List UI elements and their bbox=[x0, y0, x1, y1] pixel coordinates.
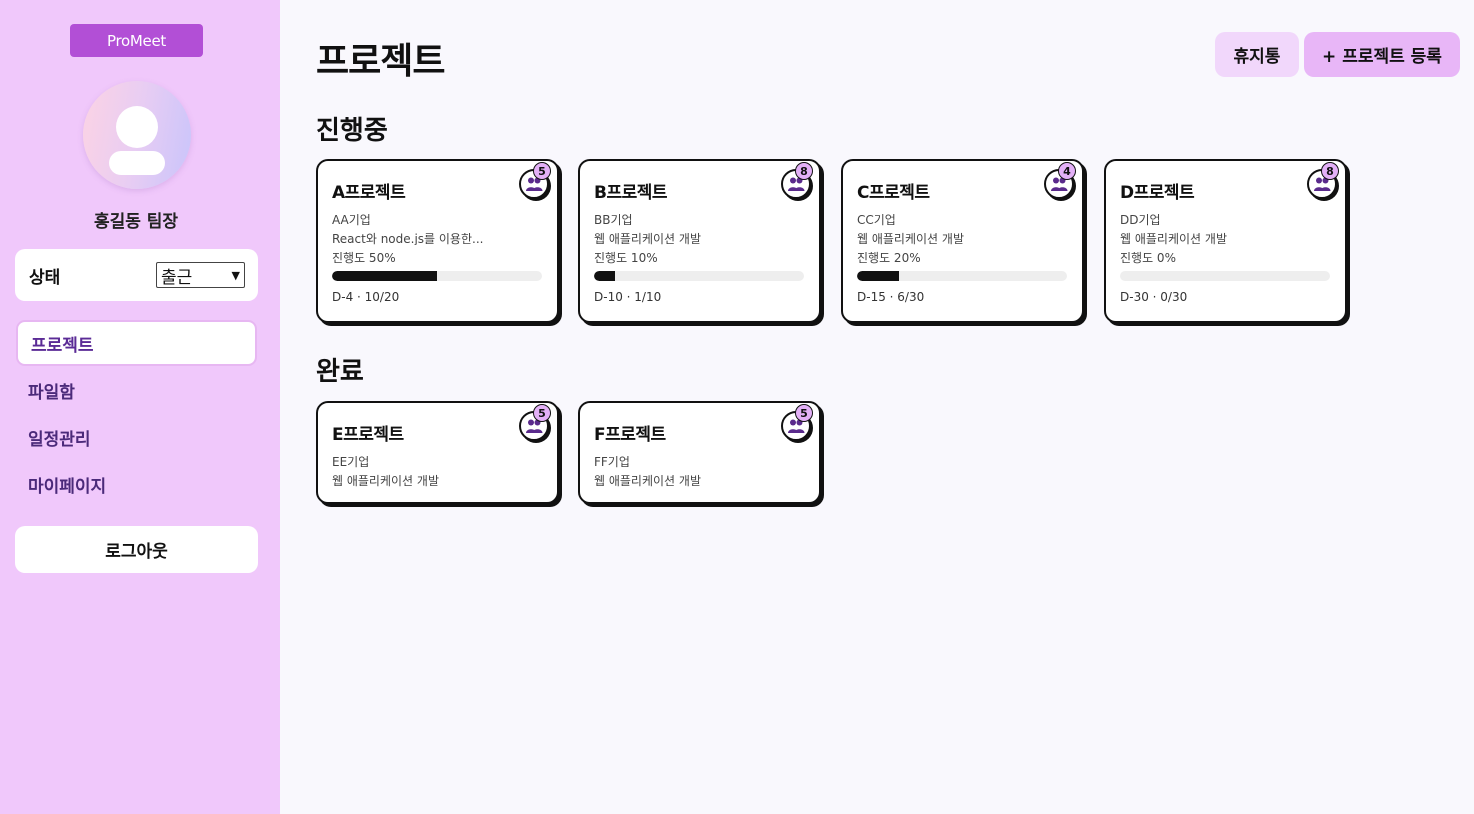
avatar-body bbox=[109, 151, 165, 175]
project-description: 웹 애플리케이션 개발 bbox=[857, 232, 964, 245]
project-name: D프로젝트 bbox=[1120, 183, 1195, 203]
user-avatar-icon[interactable] bbox=[83, 81, 191, 189]
project-description: React와 node.js를 이용한... bbox=[332, 232, 484, 245]
status-panel: 상태 출근 ▼ bbox=[15, 249, 258, 301]
logout-button[interactable]: 로그아웃 bbox=[15, 526, 258, 573]
app-root: ProMeet 홍길동 팀장 상태 출근 ▼ 프로젝트 파일함 일정관리 마이페… bbox=[0, 0, 1474, 814]
trash-button[interactable]: 휴지통 bbox=[1215, 32, 1299, 77]
sidebar-item-projects[interactable]: 프로젝트 bbox=[16, 320, 257, 366]
member-button[interactable]: 8 bbox=[781, 162, 813, 199]
project-company: FF기업 bbox=[594, 455, 630, 468]
page-title: 프로젝트 bbox=[316, 41, 445, 82]
brand-logo[interactable]: ProMeet bbox=[70, 24, 203, 57]
member-button[interactable]: 4 bbox=[1044, 162, 1076, 199]
avatar-head bbox=[116, 106, 158, 148]
project-name: E프로젝트 bbox=[332, 425, 404, 445]
project-company: CC기업 bbox=[857, 213, 896, 226]
project-name: B프로젝트 bbox=[594, 183, 668, 203]
project-card[interactable]: 5 F프로젝트 FF기업 웹 애플리케이션 개발 bbox=[578, 401, 821, 504]
project-company: DD기업 bbox=[1120, 213, 1161, 226]
member-count-badge: 8 bbox=[795, 162, 813, 180]
member-count-badge: 5 bbox=[533, 404, 551, 422]
sidebar-item-files[interactable]: 파일함 bbox=[15, 367, 258, 413]
project-name: C프로젝트 bbox=[857, 183, 930, 203]
status-select-value: 출근 bbox=[161, 267, 193, 288]
project-due: D-30 · 0/30 bbox=[1120, 290, 1188, 304]
member-button[interactable]: 5 bbox=[519, 404, 551, 441]
progress-bar bbox=[857, 271, 1067, 281]
section-done-title: 완료 bbox=[316, 357, 364, 387]
project-name: A프로젝트 bbox=[332, 183, 406, 203]
sidebar: ProMeet 홍길동 팀장 상태 출근 ▼ 프로젝트 파일함 일정관리 마이페… bbox=[0, 0, 280, 814]
project-company: AA기업 bbox=[332, 213, 371, 226]
project-progress-label: 진행도 0% bbox=[1120, 251, 1176, 264]
main-content: 프로젝트 휴지통 + 프로젝트 등록 진행중 완료 5 A프로젝트 AA기업 R… bbox=[280, 0, 1474, 814]
project-progress-label: 진행도 50% bbox=[332, 251, 396, 264]
member-count-badge: 8 bbox=[1321, 162, 1339, 180]
project-description: 웹 애플리케이션 개발 bbox=[1120, 232, 1227, 245]
project-due: D-10 · 1/10 bbox=[594, 290, 662, 304]
progress-bar bbox=[1120, 271, 1330, 281]
progress-bar bbox=[332, 271, 542, 281]
project-name: F프로젝트 bbox=[594, 425, 666, 445]
sidebar-item-mypage[interactable]: 마이페이지 bbox=[15, 461, 258, 507]
sidebar-nav: 프로젝트 파일함 일정관리 마이페이지 bbox=[15, 320, 258, 508]
project-description: 웹 애플리케이션 개발 bbox=[594, 232, 701, 245]
progress-bar-fill bbox=[857, 271, 899, 281]
chevron-down-icon: ▼ bbox=[231, 268, 240, 282]
project-description: 웹 애플리케이션 개발 bbox=[594, 474, 701, 487]
user-name: 홍길동 팀장 bbox=[93, 212, 179, 232]
project-due: D-4 · 10/20 bbox=[332, 290, 400, 304]
member-button[interactable]: 5 bbox=[781, 404, 813, 441]
project-due: D-15 · 6/30 bbox=[857, 290, 925, 304]
project-company: BB기업 bbox=[594, 213, 633, 226]
project-card[interactable]: 8 D프로젝트 DD기업 웹 애플리케이션 개발 진행도 0% D-30 · 0/… bbox=[1104, 159, 1347, 323]
project-company: EE기업 bbox=[332, 455, 370, 468]
project-card[interactable]: 5 A프로젝트 AA기업 React와 node.js를 이용한... 진행도 … bbox=[316, 159, 559, 323]
project-card[interactable]: 5 E프로젝트 EE기업 웹 애플리케이션 개발 bbox=[316, 401, 559, 504]
member-count-badge: 4 bbox=[1058, 162, 1076, 180]
member-button[interactable]: 8 bbox=[1307, 162, 1339, 199]
status-select[interactable]: 출근 ▼ bbox=[156, 262, 245, 288]
project-card[interactable]: 8 B프로젝트 BB기업 웹 애플리케이션 개발 진행도 10% D-10 · 1… bbox=[578, 159, 821, 323]
progress-bar-fill bbox=[332, 271, 437, 281]
progress-bar-fill bbox=[594, 271, 615, 281]
member-count-badge: 5 bbox=[533, 162, 551, 180]
project-progress-label: 진행도 10% bbox=[594, 251, 658, 264]
project-description: 웹 애플리케이션 개발 bbox=[332, 474, 439, 487]
member-button[interactable]: 5 bbox=[519, 162, 551, 199]
section-ongoing-title: 진행중 bbox=[316, 116, 388, 146]
progress-bar bbox=[594, 271, 804, 281]
project-progress-label: 진행도 20% bbox=[857, 251, 921, 264]
sidebar-item-schedule[interactable]: 일정관리 bbox=[15, 414, 258, 460]
project-card[interactable]: 4 C프로젝트 CC기업 웹 애플리케이션 개발 진행도 20% D-15 · 6… bbox=[841, 159, 1084, 323]
member-count-badge: 5 bbox=[795, 404, 813, 422]
status-label: 상태 bbox=[29, 267, 61, 288]
add-project-button[interactable]: + 프로젝트 등록 bbox=[1304, 32, 1460, 77]
